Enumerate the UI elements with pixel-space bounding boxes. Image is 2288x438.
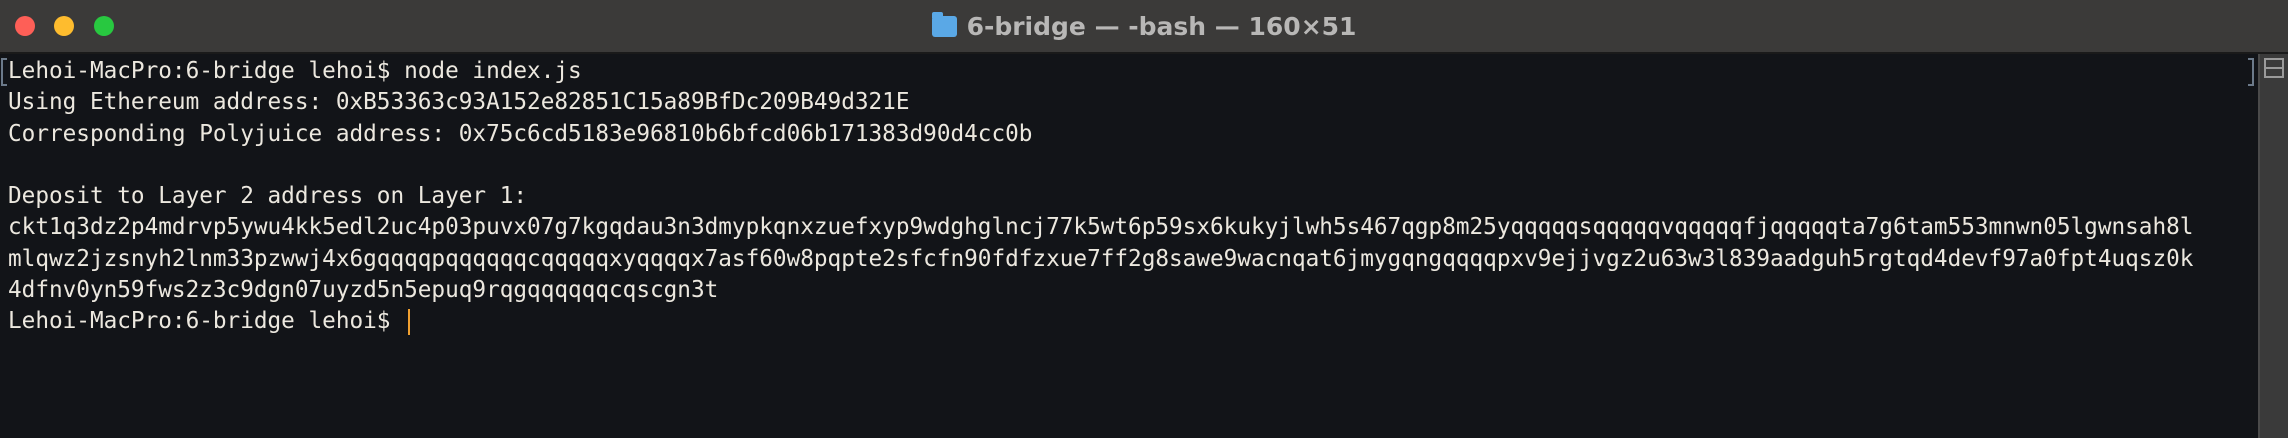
terminal-output[interactable]: Lehoi-MacPro:6-bridge lehoi$ node index.… xyxy=(8,56,2193,338)
window-title-text: 6-bridge — -bash — 160×51 xyxy=(966,11,1357,41)
terminal-line: ckt1q3dz2p4mdrvp5ywu4kk5edl2uc4p03puvx07… xyxy=(8,214,2194,241)
terminal-line: mlqwz2jzsnyh2lnm33pzwwj4x6gqqqqpqqqqqqcq… xyxy=(8,245,2194,272)
terminal-line: Using Ethereum address: 0xB53363c93A152e… xyxy=(8,89,910,116)
mark-bracket-right xyxy=(2248,58,2254,86)
title-bar: 6-bridge — -bash — 160×51 xyxy=(0,0,2288,54)
window-title: 6-bridge — -bash — 160×51 xyxy=(0,0,2288,52)
prompt-line: Lehoi-MacPro:6-bridge lehoi$ xyxy=(8,306,2193,337)
split-pane-icon[interactable] xyxy=(2264,58,2284,78)
folder-icon xyxy=(931,11,957,37)
terminal-line: 4dfnv0yn59fws2z3c9dgn07uyzd5n5epuq9rqgqq… xyxy=(8,277,719,304)
scrollbar[interactable] xyxy=(2258,54,2288,438)
mark-bracket-left xyxy=(1,58,7,86)
terminal-line: Lehoi-MacPro:6-bridge lehoi$ node index.… xyxy=(8,58,582,84)
text-cursor xyxy=(408,308,411,335)
terminal-line: Deposit to Layer 2 address on Layer 1: xyxy=(8,183,528,210)
terminal-line: Corresponding Polyjuice address: 0x75c6c… xyxy=(8,120,1033,147)
prompt: Lehoi-MacPro:6-bridge lehoi$ xyxy=(8,308,405,335)
